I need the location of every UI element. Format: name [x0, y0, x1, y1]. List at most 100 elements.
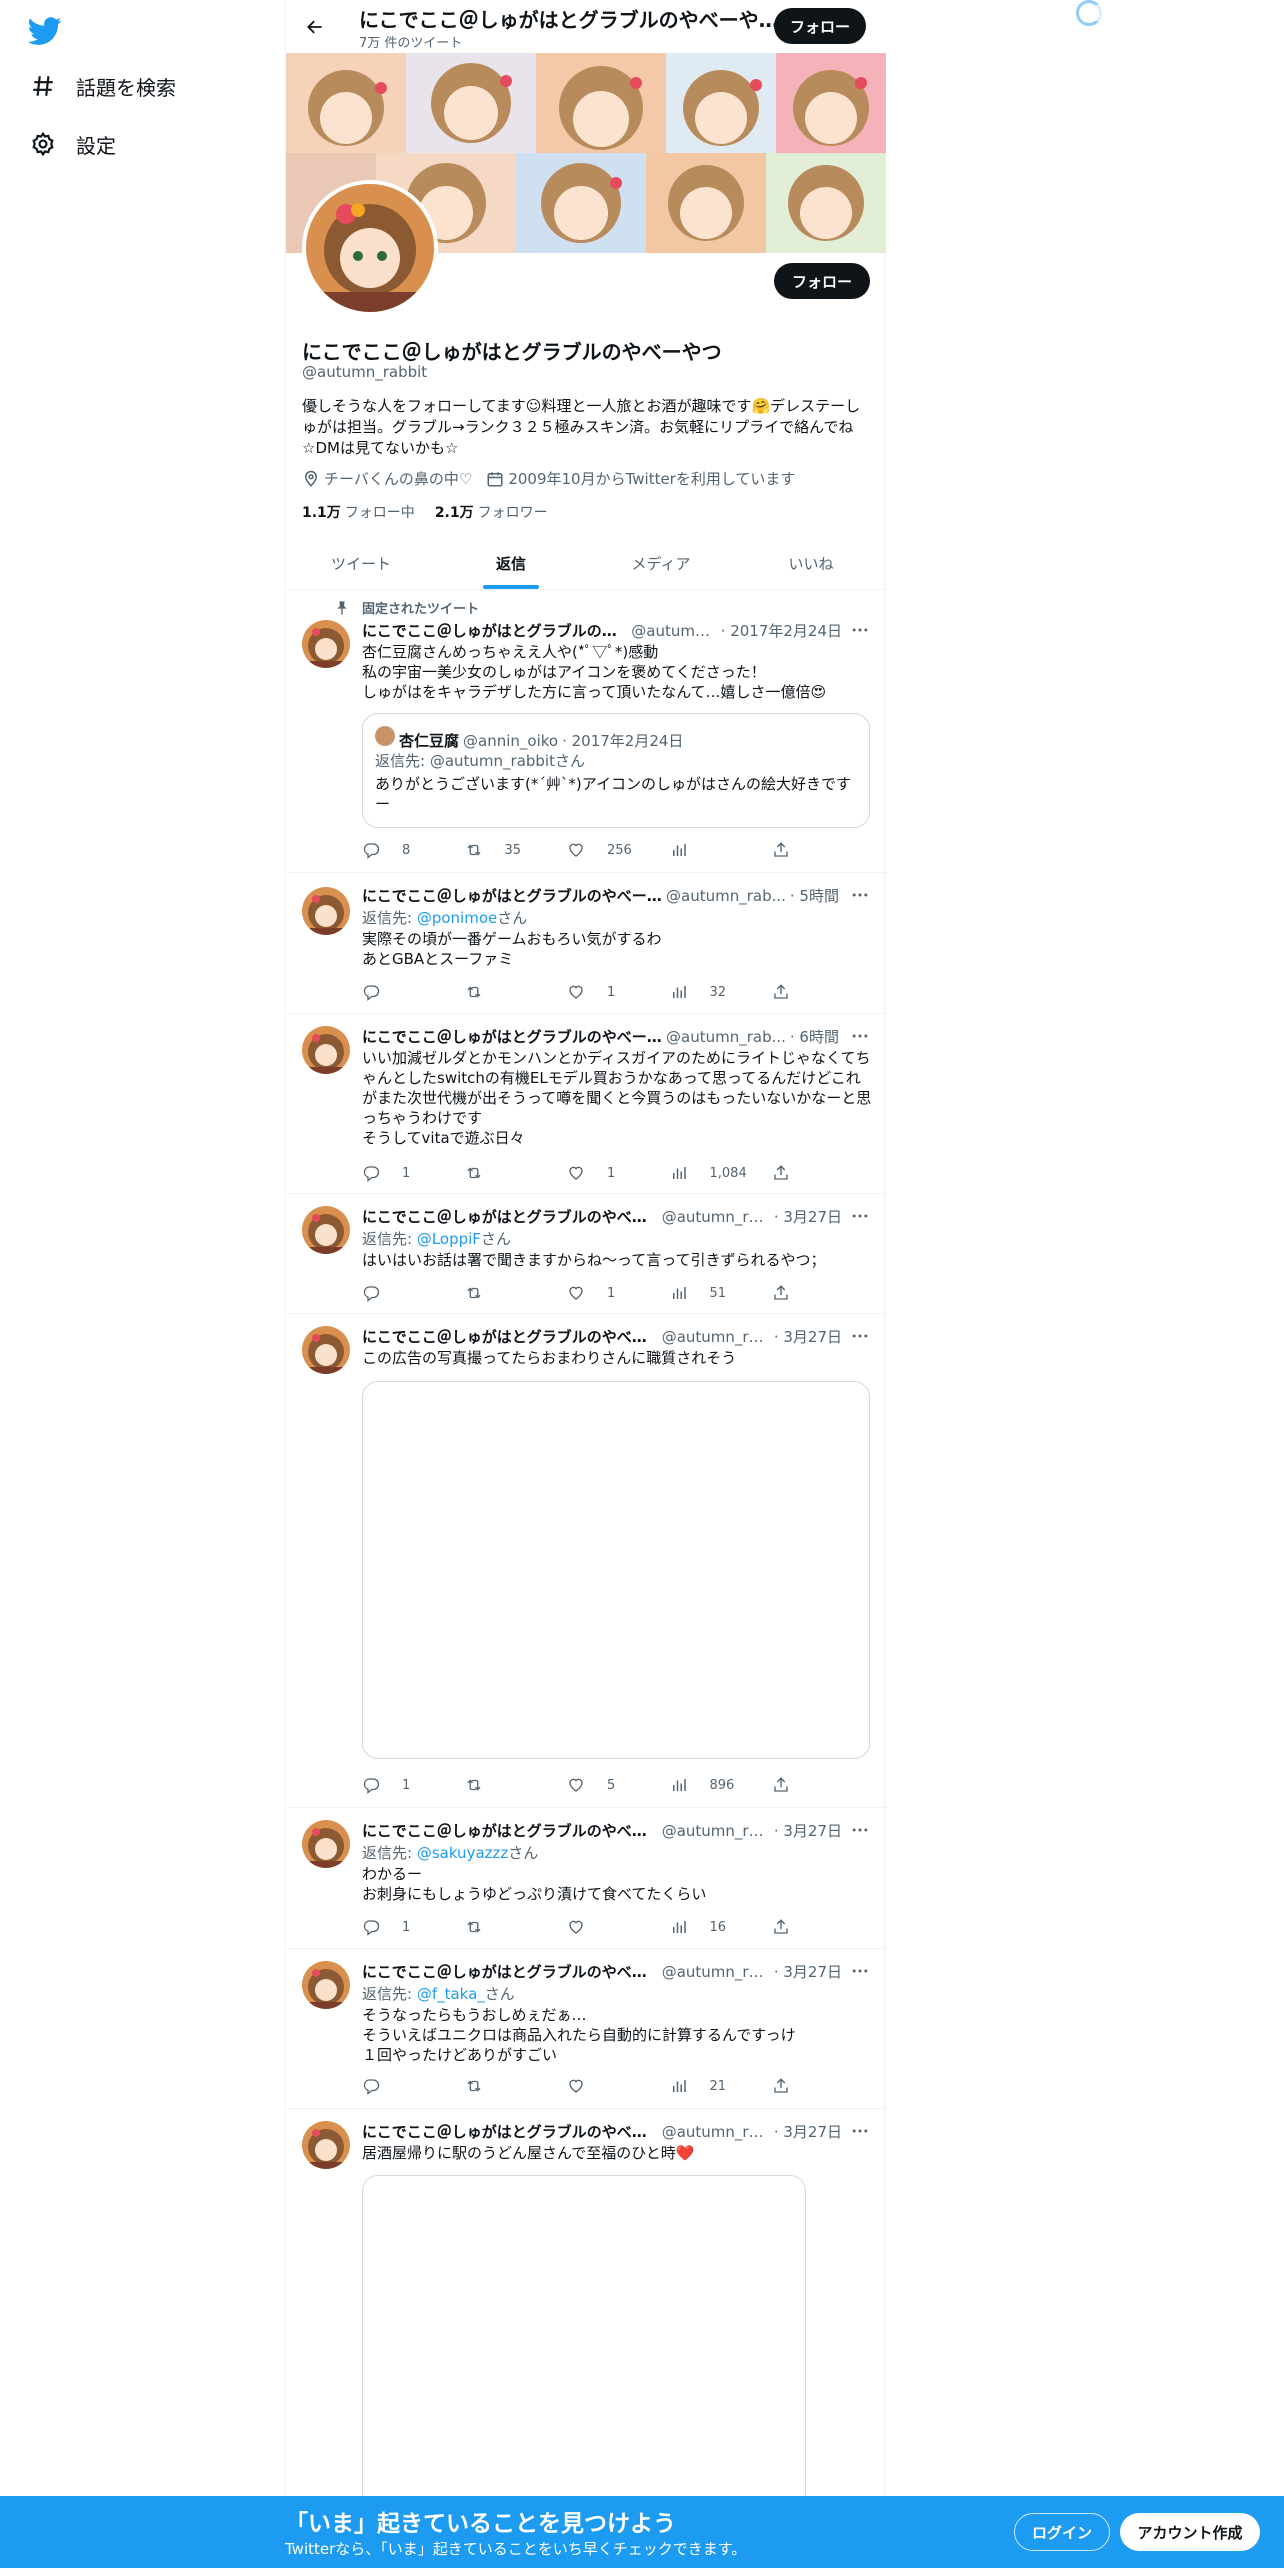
more-options-icon[interactable]	[850, 885, 870, 905]
retweet-button[interactable]	[465, 1162, 545, 1184]
retweet-button[interactable]	[465, 2075, 545, 2097]
login-button[interactable]: ログイン	[1014, 2513, 1110, 2551]
tweet-item[interactable]: にこでここ＠しゅがはとグラブルのやべー... @autumn_rab... · …	[286, 1014, 886, 1194]
tweet-avatar[interactable]	[302, 620, 350, 668]
reply-button[interactable]	[362, 1282, 442, 1304]
back-arrow-icon[interactable]	[300, 12, 330, 42]
tweet-date[interactable]: · 5時間	[790, 885, 839, 906]
reply-button[interactable]: 1	[362, 1916, 442, 1938]
tweet-item[interactable]: にこでここ＠しゅがはとグラブルのやべー... @autumn_ra... · 3…	[286, 1194, 886, 1314]
tweet-item[interactable]: にこでここ＠しゅがはとグラブルのやべー... @autumn_ra... · 3…	[286, 1808, 886, 1949]
tweet-author-handle[interactable]: @autumn_ra...	[662, 1963, 770, 1981]
retweet-button[interactable]	[465, 981, 545, 1003]
signup-button[interactable]: アカウント作成	[1120, 2513, 1260, 2551]
like-button[interactable]: 5	[567, 1774, 647, 1796]
tweet-author-handle[interactable]: @autumn_ra...	[662, 2123, 770, 2141]
tweet-date[interactable]: · 3月27日	[774, 1820, 842, 1841]
more-options-icon[interactable]	[850, 2121, 870, 2141]
tweet-author-handle[interactable]: @autumn_ra...	[662, 1822, 770, 1840]
tweet-avatar[interactable]	[302, 1206, 350, 1254]
share-button[interactable]	[772, 981, 792, 1003]
tweet-date[interactable]: · 6時間	[790, 1026, 839, 1047]
followers-link[interactable]: 2.1万 フォロワー	[435, 502, 548, 522]
tweet-avatar[interactable]	[302, 887, 350, 935]
tab-likes[interactable]: いいね	[736, 537, 886, 589]
following-link[interactable]: 1.1万 フォロー中	[302, 502, 415, 522]
share-button[interactable]	[772, 1162, 792, 1184]
retweet-button[interactable]	[465, 1774, 545, 1796]
like-button[interactable]	[567, 1916, 647, 1938]
tweet-date[interactable]: · 3月27日	[774, 1326, 842, 1347]
reply-to-link[interactable]: @autumn_rabbitさん	[430, 752, 585, 770]
tweet-author-handle[interactable]: @autumn_ra...	[662, 1328, 770, 1346]
like-button[interactable]	[567, 2075, 647, 2097]
tab-replies[interactable]: 返信	[436, 537, 586, 589]
twitter-bird-icon[interactable]	[27, 14, 62, 48]
reply-button[interactable]	[362, 2075, 442, 2097]
reply-button[interactable]	[362, 981, 442, 1003]
like-button[interactable]: 1	[567, 981, 647, 1003]
like-button[interactable]: 1	[567, 1162, 647, 1184]
tweet-item[interactable]: にこでここ＠しゅがはとグラブルのやべー... @autumn_rab... · …	[286, 873, 886, 1014]
tweet-author-name[interactable]: にこでここ＠しゅがはとグラブルのやべー...	[362, 1961, 658, 1982]
tweet-author-name[interactable]: にこでここ＠しゅがはとグラブルのやべー...	[362, 1026, 662, 1047]
share-button[interactable]	[772, 1916, 792, 1938]
more-options-icon[interactable]	[850, 1026, 870, 1046]
tweet-author-handle[interactable]: @autumn_rab...	[666, 1028, 786, 1046]
tweet-author-handle[interactable]: @autumn_ra...	[662, 1208, 770, 1226]
reply-button[interactable]: 1	[362, 1774, 442, 1796]
more-options-icon[interactable]	[850, 1961, 870, 1981]
tweet-date[interactable]: · 3月27日	[774, 1206, 842, 1227]
tweet-avatar[interactable]	[302, 1961, 350, 2009]
share-button[interactable]	[772, 1282, 792, 1304]
more-options-icon[interactable]	[850, 1206, 870, 1226]
share-button[interactable]	[772, 2075, 792, 2097]
views-button[interactable]: 1,084	[670, 1162, 750, 1184]
tweet-date[interactable]: · 3月27日	[774, 2121, 842, 2142]
reply-to-link[interactable]: @sakuyazzz	[417, 1844, 508, 1862]
reply-button[interactable]: 1	[362, 1162, 442, 1184]
profile-follow-button[interactable]: フォロー	[774, 263, 870, 299]
share-button[interactable]	[772, 839, 792, 861]
tweet-item[interactable]: にこでここ＠しゅがはとグラブルのや... @autumn... · 2017年2…	[286, 590, 886, 873]
views-button[interactable]: 16	[670, 1916, 750, 1938]
quoted-tweet[interactable]: 杏仁豆腐 @annin_oiko · 2017年2月24日 返信先: @autu…	[362, 713, 870, 828]
reply-to-link[interactable]: @f_taka_	[417, 1985, 485, 2003]
tweet-avatar[interactable]	[302, 2121, 350, 2169]
views-button[interactable]: 896	[670, 1774, 750, 1796]
tweet-author-handle[interactable]: @autumn...	[631, 622, 716, 640]
reply-to-link[interactable]: @LoppiF	[417, 1230, 481, 1248]
share-button[interactable]	[772, 1774, 792, 1796]
profile-avatar[interactable]	[302, 180, 438, 316]
tab-media[interactable]: メディア	[586, 537, 736, 589]
like-button[interactable]: 256	[567, 839, 647, 861]
tweet-author-name[interactable]: にこでここ＠しゅがはとグラブルのやべー...	[362, 1206, 658, 1227]
tab-tweets[interactable]: ツイート	[286, 537, 436, 589]
header-follow-button[interactable]: フォロー	[774, 8, 866, 44]
tweet-author-handle[interactable]: @autumn_rab...	[666, 887, 786, 905]
more-options-icon[interactable]	[850, 1820, 870, 1840]
tweet-media[interactable]	[362, 1381, 870, 1759]
views-button[interactable]	[670, 839, 750, 861]
tweet-item[interactable]: にこでここ＠しゅがはとグラブルのやべー... @autumn_ra... · 3…	[286, 1949, 886, 2109]
sidebar-item-settings[interactable]: 設定	[28, 124, 116, 164]
tweet-date[interactable]: · 2017年2月24日	[721, 620, 842, 641]
tweet-avatar[interactable]	[302, 1820, 350, 1868]
more-options-icon[interactable]	[850, 620, 870, 640]
retweet-button[interactable]	[465, 1282, 545, 1304]
views-button[interactable]: 51	[670, 1282, 750, 1304]
reply-to-link[interactable]: @ponimoe	[417, 909, 497, 927]
more-options-icon[interactable]	[850, 1326, 870, 1346]
tweet-author-name[interactable]: にこでここ＠しゅがはとグラブルのや...	[362, 620, 627, 641]
retweet-button[interactable]	[465, 1916, 545, 1938]
tweet-item[interactable]: にこでここ＠しゅがはとグラブルのやべー... @autumn_ra... · 3…	[286, 1314, 886, 1808]
tweet-author-name[interactable]: にこでここ＠しゅがはとグラブルのやべー...	[362, 885, 662, 906]
views-button[interactable]: 21	[670, 2075, 750, 2097]
tweet-author-name[interactable]: にこでここ＠しゅがはとグラブルのやべー...	[362, 1820, 658, 1841]
tweet-avatar[interactable]	[302, 1026, 350, 1074]
reply-button[interactable]: 8	[362, 839, 442, 861]
tweet-author-name[interactable]: にこでここ＠しゅがはとグラブルのやべー...	[362, 1326, 658, 1347]
sidebar-item-explore[interactable]: 話題を検索	[28, 66, 176, 106]
retweet-button[interactable]: 35	[465, 839, 545, 861]
tweet-author-name[interactable]: にこでここ＠しゅがはとグラブルのやべー...	[362, 2121, 658, 2142]
